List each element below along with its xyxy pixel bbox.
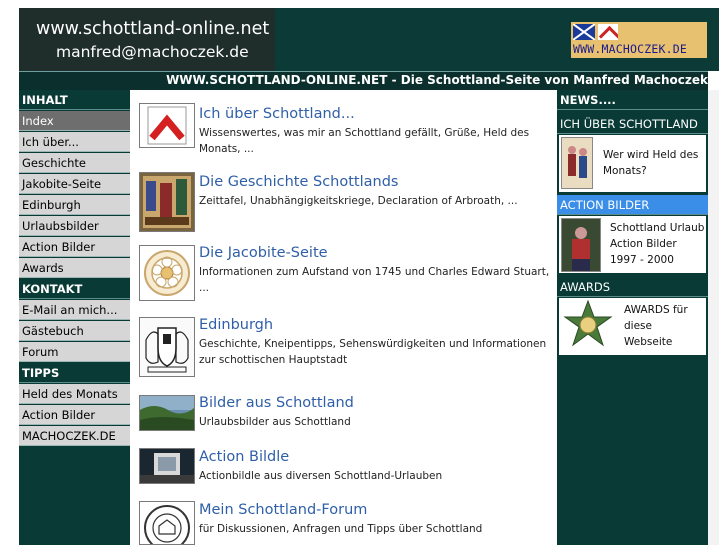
action-photo-icon [561,218,601,272]
nav-item-held-des-monats[interactable]: Held des Monats [19,384,130,404]
scotland-flag-icon [573,24,595,40]
right-text-awards-line-2: diese [624,320,652,332]
right-text-held-line-2: Monats? [603,165,647,177]
right-block-held[interactable]: Wer wird Held des Monats? [559,135,706,192]
right-text-awards-line-3: Webseite [624,336,673,348]
entry-title-bilder[interactable]: Bilder aus Schottland [199,395,354,411]
nav-item-geschichte[interactable]: Geschichte [19,153,130,173]
right-heading-awards[interactable]: AWARDS [557,277,708,297]
site-title[interactable]: www.schottland-online.net [36,19,269,39]
award-badge-icon [561,299,615,353]
news-heading: NEWS.... [557,90,708,110]
entry-title-ich-ueber[interactable]: Ich über Schottland... [199,106,355,122]
nav-item-index[interactable]: Index [19,111,130,131]
nav-item-jakobite[interactable]: Jakobite-Seite [19,174,130,194]
entry-title-geschichte[interactable]: Die Geschichte Schottlands [199,174,398,190]
entry-desc-geschichte: Zeittafel, Unabhängigkeitskriege, Declar… [199,195,518,207]
medieval-painting-icon[interactable] [139,172,195,232]
chevron-icon [598,24,618,40]
nav-item-ich-ueber[interactable]: Ich über... [19,132,130,152]
white-rose-icon[interactable] [139,245,195,301]
right-block-action[interactable]: Schottland Urlaub Action Bilder 1997 - 2… [559,216,706,273]
scrollbar-track[interactable] [708,90,719,545]
nav-heading-inhalt: INHALT [19,90,130,110]
entry-title-forum[interactable]: Mein Schottland-Forum [199,502,367,518]
right-text-action-line-2: Action Bilder [610,238,677,250]
right-text-held-line-1: Wer wird Held des [603,149,699,161]
header-title-panel [19,8,275,71]
entry-desc-forum: für Diskussionen, Anfragen und Tipps übe… [199,523,483,535]
nav-item-forum[interactable]: Forum [19,342,130,362]
right-text-held: Wer wird Held des Monats? [603,147,698,179]
hero-portrait-icon [561,137,593,189]
nav-item-action-bilder-tipp[interactable]: Action Bilder [19,405,130,425]
nav-item-machoczek[interactable]: MACHOCZEK.DE [19,426,130,446]
page-subtitle: WWW.SCHOTTLAND-ONLINE.NET - Die Schottla… [166,73,708,87]
nav-item-email[interactable]: E-Mail an mich... [19,300,130,320]
entry-desc-jacobite: Informationen zum Aufstand von 1745 und … [199,266,550,294]
right-text-awards: AWARDS für diese Webseite [624,302,688,350]
nav-item-edinburgh[interactable]: Edinburgh [19,195,130,215]
nav-item-gaestebuch[interactable]: Gästebuch [19,321,130,341]
entry-desc-bilder: Urlaubsbilder aus Schottland [199,416,351,428]
chevron-logo-icon[interactable] [139,103,195,148]
entry-desc-action: Actionbildle aus diversen Schottland-Url… [199,470,443,482]
nav-heading-tipps: TIPPS [19,363,130,383]
right-text-awards-line-1: AWARDS für [624,304,688,316]
nav-item-awards[interactable]: Awards [19,258,130,278]
entry-title-jacobite[interactable]: Die Jacobite-Seite [199,245,328,261]
nav-item-action-bilder[interactable]: Action Bilder [19,237,130,257]
right-text-action-line-3: 1997 - 2000 [610,254,674,266]
nav-item-urlaubsbilder[interactable]: Urlaubsbilder [19,216,130,236]
right-text-action: Schottland Urlaub Action Bilder 1997 - 2… [610,220,704,268]
right-heading-ich-ueber[interactable]: ICH ÜBER SCHOTTLAND [557,114,708,134]
coat-of-arms-icon[interactable] [139,317,195,377]
landscape-photo-icon[interactable] [139,395,195,431]
logo-text: WWW.MACHOCZEK.DE [573,42,687,56]
nav-heading-kontakt: KONTAKT [19,279,130,299]
entry-desc-edinburgh: Geschichte, Kneipentipps, Sehenswürdigke… [199,338,547,366]
right-text-action-line-1: Schottland Urlaub [610,222,705,234]
machoczek-logo[interactable]: WWW.MACHOCZEK.DE [571,22,707,58]
action-photo-icon[interactable] [139,448,195,484]
right-block-awards[interactable]: AWARDS für diese Webseite [559,298,706,355]
entry-desc-ich-ueber: Wissenswertes, was mir an Schottland gef… [199,127,530,155]
forum-seal-icon[interactable] [139,501,195,545]
entry-title-edinburgh[interactable]: Edinburgh [199,317,273,333]
site-email[interactable]: manfred@machoczek.de [56,43,249,61]
entry-title-action[interactable]: Action Bildle [199,449,289,465]
right-heading-action-bilder[interactable]: ACTION BILDER [557,195,708,215]
